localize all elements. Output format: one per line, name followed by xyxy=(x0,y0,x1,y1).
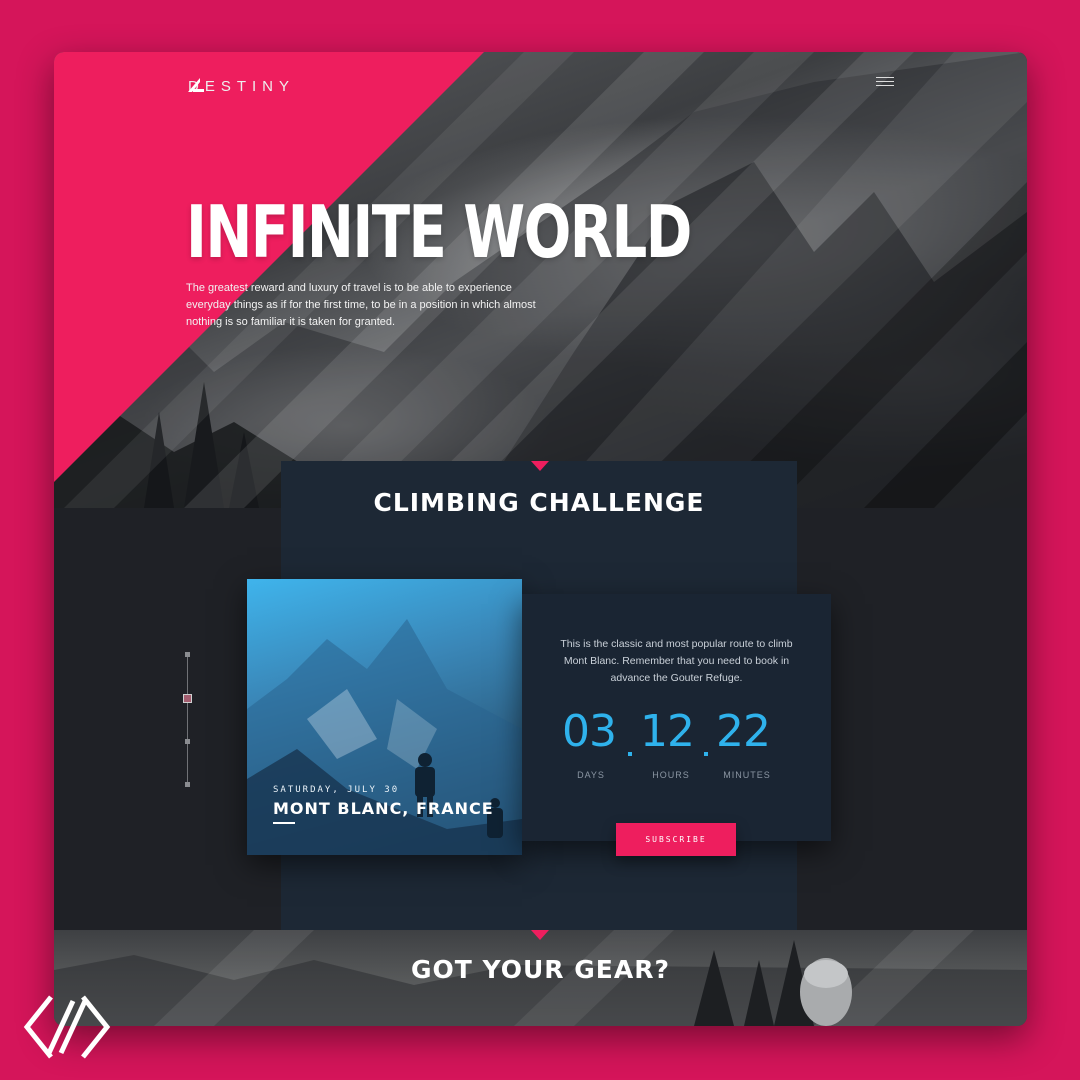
countdown-separator xyxy=(704,752,708,756)
logo[interactable]: DESTINY xyxy=(188,78,295,95)
page-card: DESTINY INFINITE WORLD The greatest rewa… xyxy=(54,52,1027,1026)
hero-description: The greatest reward and luxury of travel… xyxy=(186,282,536,328)
hero-section: DESTINY INFINITE WORLD The greatest rewa… xyxy=(54,52,1027,508)
countdown-minutes-label: MINUTES xyxy=(723,770,771,780)
brand-watermark-icon xyxy=(23,995,111,1059)
countdown-hours-value: 12 xyxy=(640,706,695,757)
slider-dot[interactable] xyxy=(185,739,190,744)
gear-title: GOT YOUR GEAR? xyxy=(411,955,670,984)
section-arrow-icon xyxy=(531,930,549,940)
countdown-days-label: DAYS xyxy=(577,770,605,780)
event-location: MONT BLANC, FRANCE xyxy=(273,799,494,818)
countdown: 03 12 22 DAYS HOURS MINUTES xyxy=(562,706,792,780)
challenge-description: This is the classic and most popular rou… xyxy=(560,638,793,684)
challenge-info-card: This is the classic and most popular rou… xyxy=(522,594,831,856)
countdown-hours-label: HOURS xyxy=(652,770,690,780)
logo-text: DESTINY xyxy=(188,78,296,95)
challenge-title: CLIMBING CHALLENGE xyxy=(373,488,705,517)
slider-dot-active[interactable] xyxy=(183,694,192,703)
slider-dot[interactable] xyxy=(185,782,190,787)
hero-title: INFINITE WORLD xyxy=(186,190,692,274)
section-slider-nav xyxy=(183,652,192,788)
subscribe-button[interactable]: SUBSCRIBE xyxy=(616,823,736,856)
slider-dot[interactable] xyxy=(185,652,190,657)
countdown-days-value: 03 xyxy=(562,706,617,757)
slider-track xyxy=(187,652,188,786)
logo-mark-icon xyxy=(188,78,204,92)
countdown-minutes-value: 22 xyxy=(716,706,771,757)
hamburger-menu-icon[interactable] xyxy=(876,74,894,88)
countdown-separator xyxy=(628,752,632,756)
location-underline xyxy=(273,822,295,824)
challenge-photo-card[interactable]: SATURDAY, JULY 30 MONT BLANC, FRANCE xyxy=(247,579,522,855)
section-arrow-icon xyxy=(531,461,549,471)
event-date: SATURDAY, JULY 30 xyxy=(273,785,400,795)
